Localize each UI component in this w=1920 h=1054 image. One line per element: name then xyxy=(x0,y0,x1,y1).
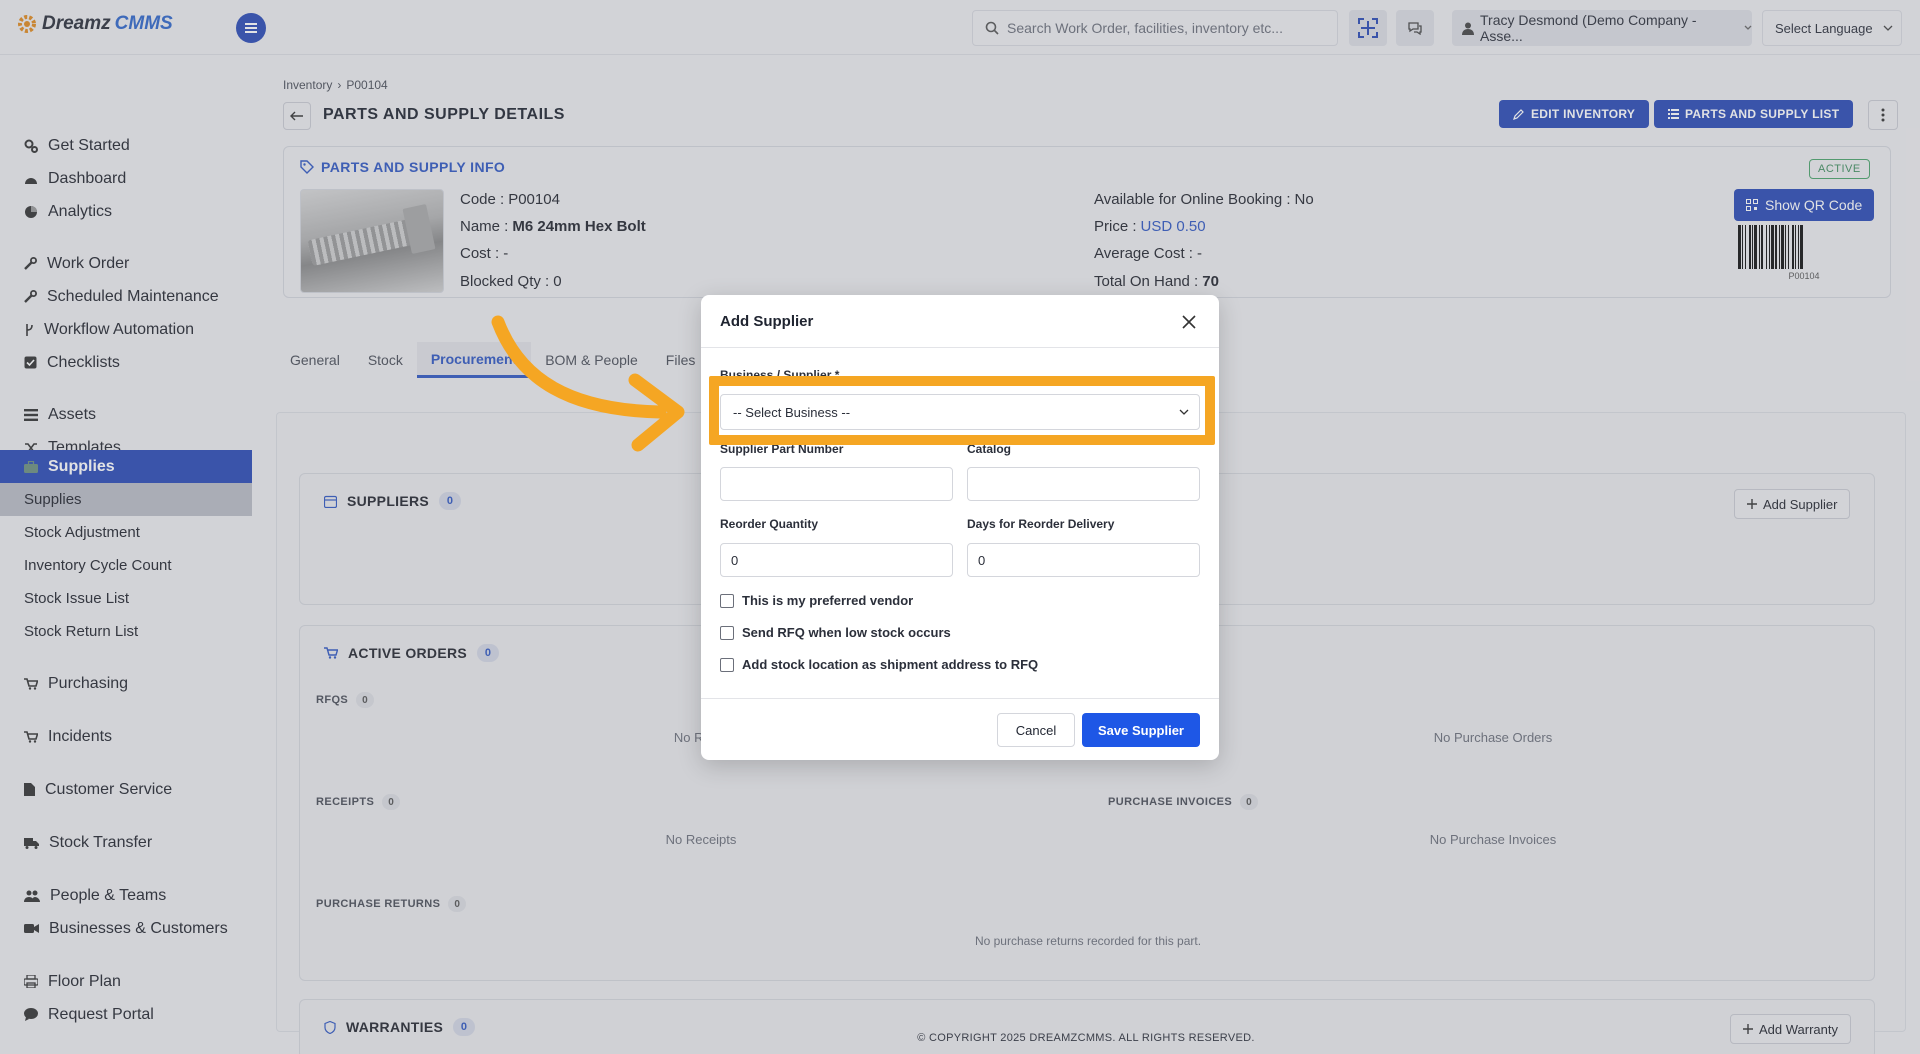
send-rfq-label: Send RFQ when low stock occurs xyxy=(742,625,951,640)
save-supplier-button[interactable]: Save Supplier xyxy=(1082,713,1200,747)
stock-location-checkbox[interactable]: Add stock location as shipment address t… xyxy=(720,657,1038,672)
add-supplier-modal: Add Supplier Business / Supplier * -- Se… xyxy=(701,295,1219,760)
send-rfq-checkbox[interactable]: Send RFQ when low stock occurs xyxy=(720,625,951,640)
preferred-vendor-label: This is my preferred vendor xyxy=(742,593,914,608)
checkbox-box[interactable] xyxy=(720,593,734,608)
checkbox-box[interactable] xyxy=(720,657,734,672)
modal-title: Add Supplier xyxy=(720,313,814,330)
reorder-days-label: Days for Reorder Delivery xyxy=(967,517,1115,531)
reorder-qty-label: Reorder Quantity xyxy=(720,517,819,531)
preferred-vendor-checkbox[interactable]: This is my preferred vendor xyxy=(720,593,913,608)
modal-divider xyxy=(701,698,1219,699)
catalog-input[interactable] xyxy=(967,467,1200,501)
checkbox-box[interactable] xyxy=(720,625,734,640)
modal-close-button[interactable] xyxy=(1177,310,1201,334)
highlight-frame xyxy=(709,376,1215,445)
reorder-days-input[interactable] xyxy=(967,543,1200,577)
close-icon xyxy=(1182,315,1196,329)
reorder-qty-input[interactable] xyxy=(720,543,953,577)
part-number-input[interactable] xyxy=(720,467,953,501)
cancel-button[interactable]: Cancel xyxy=(997,713,1075,747)
pointer-arrow-icon xyxy=(491,315,685,452)
stock-location-label: Add stock location as shipment address t… xyxy=(742,657,1039,672)
modal-divider xyxy=(701,347,1219,348)
